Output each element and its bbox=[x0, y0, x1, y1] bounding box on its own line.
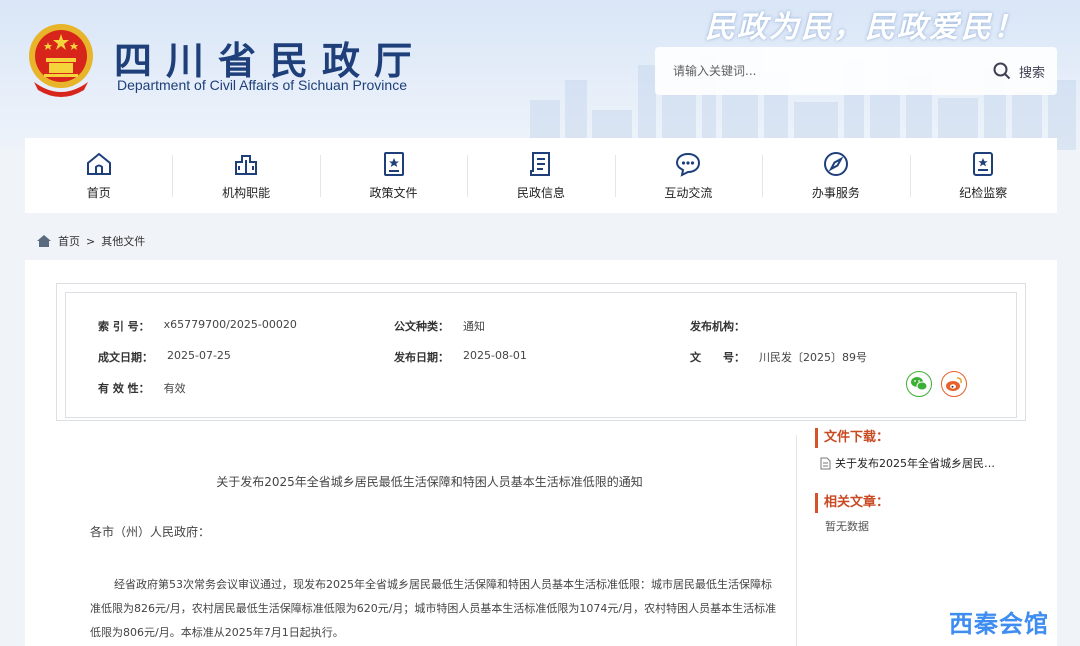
search-button[interactable]: 搜索 bbox=[993, 59, 1045, 83]
meta-value: 通知 bbox=[463, 320, 485, 333]
compass-icon bbox=[823, 152, 848, 176]
site-header: 四川省民政厅 Department of Civil Affairs of Si… bbox=[0, 0, 1080, 150]
search-input[interactable] bbox=[673, 61, 953, 81]
nav-label: 互动交流 bbox=[664, 186, 713, 200]
meta-value: x65779700/2025-00020 bbox=[163, 318, 297, 331]
share-wechat-button[interactable] bbox=[906, 371, 932, 397]
content-panel: 索 引 号： x65779700/2025-00020 公文种类： 通知 发布机… bbox=[25, 260, 1057, 646]
meta-value: 川民发〔2025〕89号 bbox=[759, 351, 867, 364]
badge-icon bbox=[973, 152, 994, 176]
meta-label: 文 号： bbox=[690, 351, 745, 364]
meta-value: 2025-08-01 bbox=[463, 349, 527, 362]
breadcrumb: 首页 > 其他文件 bbox=[36, 232, 145, 250]
watermark: 西秦会馆 bbox=[949, 610, 1049, 638]
nav-item-discipline[interactable]: 纪检监察 bbox=[909, 138, 1057, 213]
nav-label: 政策文件 bbox=[369, 186, 418, 200]
wechat-icon bbox=[911, 377, 928, 391]
breadcrumb-separator: > bbox=[86, 234, 96, 248]
meta-index: 索 引 号： x65779700/2025-00020 bbox=[98, 318, 297, 334]
meta-validity: 有 效 性： 有效 bbox=[98, 380, 186, 396]
meta-label: 成文日期： bbox=[98, 351, 153, 364]
file-icon bbox=[820, 457, 831, 469]
chat-icon bbox=[676, 152, 701, 177]
meta-document-number: 文 号： 川民发〔2025〕89号 bbox=[690, 349, 867, 365]
breadcrumb-current: 其他文件 bbox=[101, 235, 146, 248]
nav-item-home[interactable]: 首页 bbox=[25, 138, 172, 213]
meta-issuer: 发布机构： bbox=[690, 318, 759, 334]
meta-label: 公文种类： bbox=[394, 320, 449, 333]
nav-label: 办事服务 bbox=[811, 186, 860, 200]
nav-item-interaction[interactable]: 互动交流 bbox=[614, 138, 762, 213]
article: 关于发布2025年全省城乡居民最低生活保障和特困人员基本生活标准低限的通知 各市… bbox=[62, 435, 797, 646]
document-metadata: 索 引 号： x65779700/2025-00020 公文种类： 通知 发布机… bbox=[56, 283, 1026, 421]
download-link[interactable]: 关于发布2025年全省城乡居民… bbox=[820, 455, 1035, 471]
sidebar: 文件下载： 关于发布2025年全省城乡居民… 相关文章： 暂无数据 bbox=[815, 428, 1035, 534]
nav-label: 纪检监察 bbox=[959, 186, 1008, 200]
main-nav: 首页 机构职能 政策文件 民政信息 互动交流 办事服务 纪检监察 bbox=[25, 138, 1057, 213]
nav-item-organization[interactable]: 机构职能 bbox=[172, 138, 319, 213]
article-title: 关于发布2025年全省城乡居民最低生活保障和特困人员基本生活标准低限的通知 bbox=[216, 475, 643, 489]
meta-label: 索 引 号： bbox=[98, 320, 150, 333]
search-box: 搜索 bbox=[655, 47, 1057, 95]
slogan: 民政为民，民政爱民！ bbox=[705, 10, 1025, 45]
meta-label: 发布日期： bbox=[394, 351, 449, 364]
related-empty-text: 暂无数据 bbox=[825, 520, 869, 533]
building-icon bbox=[235, 155, 258, 175]
search-button-label: 搜索 bbox=[1018, 65, 1045, 81]
search-icon bbox=[993, 62, 1011, 80]
nav-item-policy-documents[interactable]: 政策文件 bbox=[319, 138, 467, 213]
home-icon bbox=[86, 152, 111, 175]
home-icon[interactable] bbox=[36, 234, 52, 248]
share-weibo-button[interactable] bbox=[941, 371, 967, 397]
meta-published-date: 发布日期： 2025-08-01 bbox=[394, 349, 527, 365]
nav-item-news[interactable]: 民政信息 bbox=[467, 138, 614, 213]
document-star-icon bbox=[383, 152, 404, 176]
document-metadata-inner: 索 引 号： x65779700/2025-00020 公文种类： 通知 发布机… bbox=[65, 292, 1017, 418]
nav-label: 民政信息 bbox=[516, 186, 565, 200]
nav-item-services[interactable]: 办事服务 bbox=[762, 138, 909, 213]
related-heading: 相关文章： bbox=[815, 493, 1035, 513]
downloads-heading: 文件下载： bbox=[815, 428, 1035, 448]
breadcrumb-home-link[interactable]: 首页 bbox=[58, 233, 80, 249]
nav-label: 首页 bbox=[86, 186, 111, 200]
article-salutation: 各市（州）人民政府： bbox=[90, 525, 211, 539]
national-emblem-logo bbox=[29, 24, 93, 97]
meta-value: 有效 bbox=[163, 382, 186, 395]
meta-value: 2025-07-25 bbox=[167, 349, 231, 362]
weibo-icon bbox=[946, 377, 962, 391]
meta-type: 公文种类： 通知 bbox=[394, 318, 485, 334]
article-body: 经省政府第53次常务会议审议通过，现发布2025年全省城乡居民最低生活保障和特困… bbox=[90, 578, 777, 639]
meta-created-date: 成文日期： 2025-07-25 bbox=[98, 349, 231, 365]
site-subtitle: Department of Civil Affairs of Sichuan P… bbox=[117, 77, 407, 93]
news-icon bbox=[529, 152, 550, 176]
download-link-label: 关于发布2025年全省城乡居民… bbox=[835, 457, 995, 470]
meta-label: 发布机构： bbox=[690, 320, 745, 333]
meta-label: 有 效 性： bbox=[98, 382, 150, 395]
nav-label: 机构职能 bbox=[222, 186, 271, 200]
